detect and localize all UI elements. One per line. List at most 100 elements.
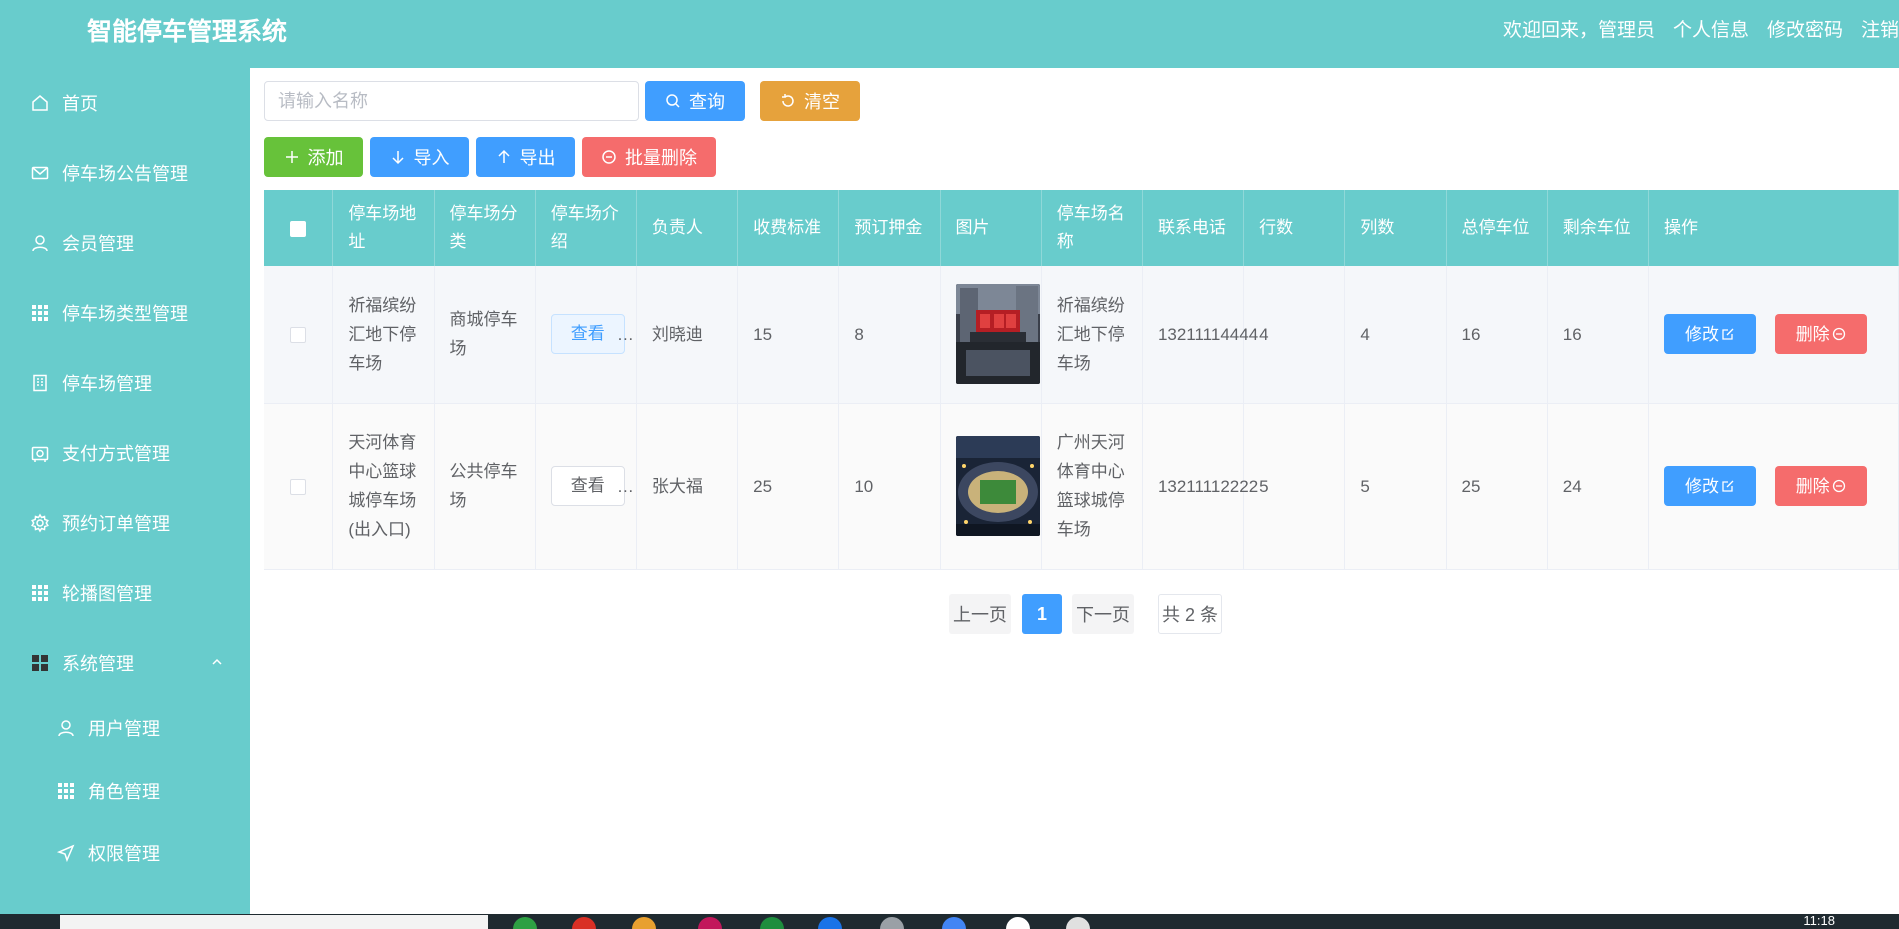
- batch-delete-button[interactable]: 批量删除: [582, 137, 716, 177]
- rows-cell: 4: [1243, 266, 1346, 404]
- app-icon[interactable]: [818, 917, 842, 929]
- fee-cell: 15: [737, 266, 840, 404]
- sidebar-item-lots[interactable]: 停车场管理: [0, 358, 250, 408]
- batch-delete-label: 批量删除: [625, 148, 697, 168]
- top-header: 智能停车管理系统 欢迎回来，管理员 个人信息 修改密码 注销: [0, 0, 1899, 68]
- office-building-icon: [30, 373, 50, 393]
- app-icon[interactable]: [1006, 917, 1030, 929]
- remaining-spaces-cell: 16: [1547, 266, 1649, 404]
- mall-parking-photo[interactable]: [955, 284, 1040, 385]
- row-checkbox[interactable]: [290, 327, 307, 344]
- select-all-checkbox[interactable]: [290, 220, 307, 237]
- user-icon: [56, 718, 76, 738]
- plus-icon: [285, 151, 298, 163]
- home-icon: [30, 93, 50, 113]
- export-button[interactable]: 导出: [476, 137, 575, 177]
- column-header: 停车场介绍: [535, 190, 637, 266]
- column-header: 行数: [1243, 190, 1346, 266]
- sidebar-item-lot-types[interactable]: 停车场类型管理: [0, 288, 250, 338]
- app-icon[interactable]: [942, 917, 966, 929]
- column-header: 负责人: [636, 190, 739, 266]
- delete-button[interactable]: 删除: [1774, 314, 1867, 355]
- stadium-night-photo[interactable]: [955, 436, 1040, 536]
- sidebar-item-members[interactable]: 会员管理: [0, 218, 250, 268]
- sidebar-item-orders[interactable]: 预约订单管理: [0, 498, 250, 548]
- add-button[interactable]: 添加: [264, 137, 363, 177]
- name-cell: 祈福缤纷汇地下停车场: [1041, 266, 1143, 404]
- arrow-down-icon: [391, 151, 404, 165]
- manager-cell: 张大福: [636, 403, 739, 570]
- sidebar-item-label: 支付方式管理: [62, 444, 170, 464]
- remove-circle-icon: [1832, 479, 1845, 493]
- app-icon[interactable]: [513, 917, 537, 929]
- row-checkbox[interactable]: [290, 479, 307, 496]
- name-cell: 广州天河体育中心篮球城停车场: [1041, 403, 1143, 570]
- view-intro-button[interactable]: 查看: [550, 466, 625, 506]
- edit-icon: [1722, 480, 1734, 492]
- table-row: 天河体育中心篮球城停车场(出入口) 公共停车场 查看 … 张大福 25 10 广…: [264, 403, 1899, 570]
- clear-button[interactable]: 清空: [760, 81, 860, 121]
- category-cell: 商城停车场: [434, 266, 536, 404]
- edit-button[interactable]: 修改: [1663, 314, 1756, 355]
- app-icon[interactable]: [880, 917, 904, 929]
- parking-lot-table: 停车场地址 停车场分类 停车场介绍 负责人 收费标准 预订押金 图片 停车场名称…: [264, 190, 1899, 570]
- os-taskbar: 11:18: [0, 914, 1899, 929]
- sidebar-item-notice[interactable]: 停车场公告管理: [0, 148, 250, 198]
- app-icon[interactable]: [1066, 917, 1090, 929]
- cols-cell: 5: [1344, 403, 1447, 570]
- taskbar-clock: 11:18: [1803, 913, 1835, 928]
- delete-button[interactable]: 删除: [1774, 466, 1867, 506]
- intro-cell: 查看 …: [535, 266, 637, 404]
- table-row: 祈福缤纷汇地下停车场 商城停车场 查看 … 刘晓迪 15 8 祈福缤纷汇地下停车…: [264, 266, 1899, 404]
- edit-button[interactable]: 修改: [1663, 466, 1756, 506]
- prev-page-button[interactable]: 上一页: [949, 594, 1011, 634]
- query-button[interactable]: 查询: [645, 81, 745, 121]
- sidebar-item-permissions[interactable]: 权限管理: [0, 828, 250, 878]
- sidebar-item-users[interactable]: 用户管理: [0, 703, 250, 753]
- search-icon: [666, 94, 680, 108]
- column-header: 收费标准: [737, 190, 840, 266]
- column-header: 图片: [940, 190, 1042, 266]
- intro-cell: 查看 …: [535, 403, 637, 570]
- deposit-cell: 8: [838, 266, 941, 404]
- address-cell: 天河体育中心篮球城停车场(出入口): [332, 403, 435, 570]
- row-select-cell: [264, 403, 334, 570]
- app-icon[interactable]: [572, 917, 596, 929]
- change-password-link[interactable]: 修改密码: [1767, 18, 1843, 44]
- sidebar: 首页 停车场公告管理 会员管理 停车场类型管理 停车场管理 支付方式管理 预约订…: [0, 68, 250, 914]
- row-select-cell: [264, 266, 334, 404]
- page-number-current[interactable]: 1: [1022, 594, 1062, 634]
- sidebar-item-label: 预约订单管理: [62, 514, 170, 534]
- view-intro-button[interactable]: 查看: [550, 314, 625, 355]
- app-icon[interactable]: [632, 917, 656, 929]
- edit-label: 修改: [1684, 324, 1719, 344]
- logout-link[interactable]: 注销: [1861, 18, 1899, 44]
- total-spaces-cell: 16: [1446, 266, 1548, 404]
- taskbar-search-box[interactable]: [60, 915, 488, 929]
- wallet-icon: [30, 443, 50, 463]
- export-label: 导出: [519, 148, 556, 168]
- arrow-up-icon: [497, 149, 510, 163]
- profile-link[interactable]: 个人信息: [1673, 18, 1749, 44]
- sidebar-item-label: 系统管理: [62, 654, 134, 674]
- sidebar-item-payment[interactable]: 支付方式管理: [0, 428, 250, 478]
- column-header: 联系电话: [1142, 190, 1245, 266]
- app-icon[interactable]: [698, 917, 722, 929]
- column-header: 剩余车位: [1547, 190, 1649, 266]
- app-title: 智能停车管理系统: [87, 18, 288, 46]
- user-icon: [30, 233, 50, 253]
- sidebar-item-carousel[interactable]: 轮播图管理: [0, 568, 250, 618]
- ellipsis: …: [616, 477, 634, 496]
- edit-label: 修改: [1684, 476, 1719, 496]
- sidebar-item-home[interactable]: 首页: [0, 78, 250, 128]
- sidebar-item-roles[interactable]: 角色管理: [0, 766, 250, 816]
- app-icon[interactable]: [760, 917, 784, 929]
- welcome-text: 欢迎回来，管理员: [1502, 20, 1655, 41]
- sidebar-item-system[interactable]: 系统管理: [0, 638, 250, 688]
- sidebar-item-label: 角色管理: [88, 782, 160, 802]
- next-page-button[interactable]: 下一页: [1072, 594, 1134, 634]
- import-button[interactable]: 导入: [370, 137, 469, 177]
- image-cell: [940, 403, 1042, 570]
- delete-label: 删除: [1795, 324, 1830, 344]
- search-input[interactable]: [264, 81, 639, 121]
